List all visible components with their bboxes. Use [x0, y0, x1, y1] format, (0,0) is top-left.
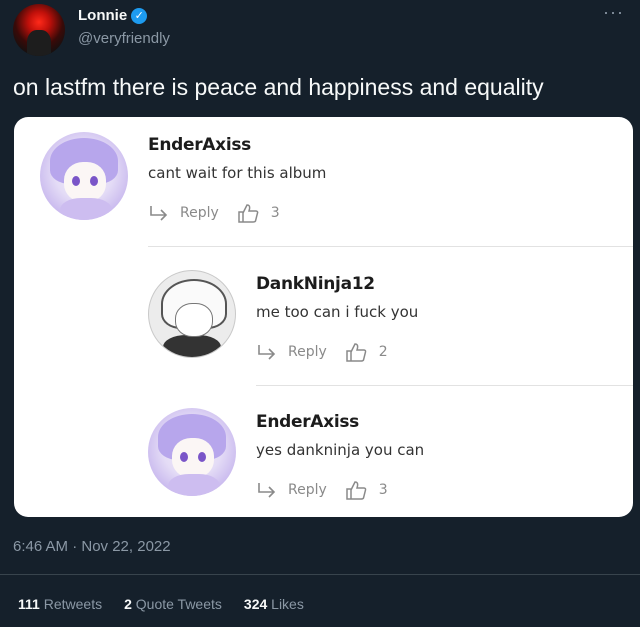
- author-handle[interactable]: @veryfriendly: [78, 30, 170, 47]
- like-count: 3: [270, 205, 280, 221]
- comment-actions: Reply 3: [148, 203, 280, 223]
- reply-arrow-icon: [150, 206, 168, 221]
- reply-arrow-icon: [258, 483, 276, 498]
- attached-image[interactable]: EnderAxiss cant wait for this album Repl…: [14, 117, 633, 517]
- comment-actions: Reply 3: [256, 480, 388, 500]
- tweet-timestamp[interactable]: 6:46 AM · Nov 22, 2022: [13, 538, 171, 555]
- like-count: 2: [378, 344, 388, 360]
- tweet-text: on lastfm there is peace and happiness a…: [13, 74, 544, 100]
- engagement-stats: 111 Retweets 2 Quote Tweets 324 Likes: [18, 596, 304, 612]
- likes-label: Likes: [271, 596, 304, 612]
- quote-tweets-stat[interactable]: 2 Quote Tweets: [124, 596, 222, 612]
- author-avatar[interactable]: [13, 4, 65, 56]
- reply-arrow-icon: [258, 345, 276, 360]
- comment-avatar: [40, 132, 128, 220]
- author-name-row[interactable]: Lonnie ✓: [78, 7, 148, 24]
- verified-badge-icon: ✓: [131, 7, 148, 24]
- divider: [148, 246, 633, 247]
- retweets-stat[interactable]: 111 Retweets: [18, 596, 102, 612]
- comment-username: EnderAxiss: [148, 135, 251, 155]
- comment-text: me too can i fuck you: [256, 303, 419, 321]
- author-name[interactable]: Lonnie: [78, 7, 127, 24]
- comment-actions: Reply 2: [256, 342, 388, 362]
- comment-text: cant wait for this album: [148, 164, 327, 182]
- comment-username: EnderAxiss: [256, 412, 359, 432]
- thumbs-up-icon: [346, 481, 367, 500]
- comment-username: DankNinja12: [256, 274, 375, 294]
- likes-stat[interactable]: 324 Likes: [244, 596, 304, 612]
- more-options-icon[interactable]: ···: [603, 2, 624, 23]
- quotes-label: Quote Tweets: [135, 596, 222, 612]
- thumbs-up-icon: [238, 204, 259, 223]
- comment-text: yes dankninja you can: [256, 441, 425, 459]
- likes-count: 324: [243, 596, 268, 612]
- comment-avatar: [148, 270, 236, 358]
- like-count: 3: [378, 482, 388, 498]
- divider: [0, 574, 640, 575]
- comment-avatar: [148, 408, 236, 496]
- thumbs-up-icon: [346, 343, 367, 362]
- quotes-count: 2: [124, 596, 132, 612]
- reply-label: Reply: [288, 344, 327, 360]
- retweets-count: 111: [18, 596, 40, 612]
- retweets-label: Retweets: [43, 596, 103, 612]
- reply-label: Reply: [180, 205, 219, 221]
- divider: [256, 385, 633, 386]
- reply-label: Reply: [288, 482, 327, 498]
